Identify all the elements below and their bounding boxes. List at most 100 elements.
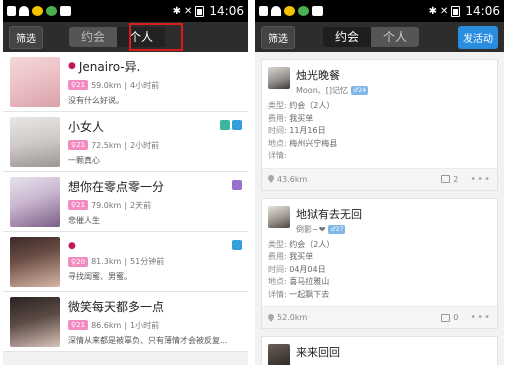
separator: | [124, 140, 128, 150]
signature: 没有什么好说。 [68, 95, 124, 105]
event-time: 04月04日 [289, 264, 326, 274]
avatar [268, 344, 290, 365]
tag-icon [232, 180, 242, 190]
comment-value: 0 [453, 313, 459, 322]
list-item[interactable]: 想你在零点零一分 ♀21 79.0km | 2天前 悲催人生 [3, 172, 248, 232]
label-place: 地点: [268, 277, 287, 286]
bluetooth-icon: ✱ [172, 5, 182, 17]
avatar [10, 116, 60, 167]
age-value: 21 [76, 321, 86, 329]
signature: 一颗真心 [68, 155, 100, 165]
clock: 14:06 [209, 4, 244, 18]
distance: 86.6km [91, 320, 122, 330]
last-active: 2天前 [130, 200, 152, 210]
list-item[interactable]: ● Jenairo-异. ♀21 59.0km | 4小时前 没有什么好说。 [3, 52, 248, 112]
age-value: 24 [358, 87, 367, 94]
separator: | [124, 200, 128, 210]
list-item[interactable]: 小女人 ♀21 72.5km | 2小时前 一颗真心 [3, 112, 248, 172]
label-time: 时间: [268, 264, 287, 274]
wifi-icon [271, 6, 281, 16]
separator: | [124, 257, 128, 266]
comment-value: 2 [453, 174, 459, 184]
last-active: 4小时前 [130, 80, 160, 90]
tab-switcher: 约会 个人 [323, 27, 419, 47]
avatar [268, 205, 290, 228]
event-type: 约会（2人） [289, 101, 335, 110]
filter-button[interactable]: 筛选 [261, 25, 295, 49]
age-badge: ♀21 [68, 80, 89, 90]
event-place: 梅州兴宁梅县 [289, 138, 338, 148]
event-place: 喜马拉雅山 [289, 277, 330, 286]
distance: 43.6km [277, 174, 308, 184]
age-badge: ♂24 [351, 86, 369, 95]
avatar [10, 56, 60, 107]
screenshot-composite: ✱ ✕ 14:06 筛选 约会 个人 ● Jenairo-异. ♀21 59.0… [0, 0, 507, 365]
author-name: 倒影~❤ [296, 224, 326, 234]
age-badge: ♀21 [68, 140, 89, 150]
age-value: 21 [76, 141, 86, 149]
status-bar: ✱ ✕ 14:06 [3, 0, 248, 22]
event-title: 烛光晚餐 [296, 69, 340, 82]
comment-count[interactable]: 0 [441, 313, 458, 322]
phone-screen-personal: ✱ ✕ 14:06 筛选 约会 个人 ● Jenairo-异. ♀21 59.0… [3, 0, 248, 365]
label-type: 类型: [268, 239, 287, 249]
more-icon[interactable]: ••• [470, 312, 491, 323]
user-name: 微笑每天都多一点 [68, 299, 165, 314]
comment-icon [441, 313, 451, 322]
lips-icon: ● [68, 241, 76, 251]
event-card[interactable]: 烛光晚餐 Moon、[]记忆 ♂24 类型: 约会（2人） 费用: 我买单 时间:… [261, 59, 498, 191]
clock: 14:06 [465, 4, 500, 18]
label-time: 时间: [268, 126, 287, 135]
tab-dating[interactable]: 约会 [323, 27, 371, 47]
label-detail: 详情: [268, 151, 287, 160]
age-badge: ♀20 [68, 256, 89, 267]
age-value: 20 [76, 257, 86, 266]
event-type: 约会（2人） [289, 239, 335, 249]
label-place: 地点: [268, 138, 287, 148]
event-card[interactable]: 来来回回 [261, 336, 498, 365]
signature: 寻找闺蜜、男蜜。 [68, 272, 132, 281]
location-pin-icon [268, 175, 274, 183]
age-value: 27 [335, 225, 344, 233]
label-fee: 费用: [268, 113, 287, 123]
distance: 52.0km [277, 313, 308, 322]
message-icon [259, 6, 268, 16]
age-badge: ♀21 [68, 200, 89, 210]
separator: | [124, 80, 128, 90]
user-name: 想你在零点零一分 [68, 179, 165, 194]
publish-event-button[interactable]: 发活动 [458, 25, 498, 49]
avatar [268, 67, 290, 89]
top-bar: 筛选 约会 个人 [3, 22, 248, 52]
notification-icons [7, 6, 71, 16]
last-active: 51分钟前 [130, 257, 165, 266]
event-fee: 我买单 [289, 252, 314, 261]
silent-icon: ✕ [440, 5, 449, 17]
more-icon[interactable]: ••• [470, 174, 491, 185]
avatar [10, 236, 60, 287]
avatar [10, 296, 60, 347]
top-bar: 筛选 约会 个人 发活动 [255, 22, 504, 52]
comment-count[interactable]: 2 [441, 175, 458, 184]
event-detail: 一起飘下去 [289, 289, 330, 299]
last-active: 1小时前 [130, 320, 160, 330]
avatar [10, 176, 60, 227]
tab-dating[interactable]: 约会 [69, 27, 117, 47]
age-value: 21 [76, 81, 86, 89]
distance: 81.3km [91, 257, 122, 266]
tag-icon [220, 120, 230, 130]
filter-button[interactable]: 筛选 [9, 25, 43, 49]
age-badge: ♂27 [328, 224, 346, 234]
event-fee: 我买单 [289, 113, 314, 123]
tab-personal[interactable]: 个人 [371, 27, 419, 47]
list-item[interactable]: ● ♀20 81.3km | 51分钟前 寻找闺蜜、男蜜。 [3, 232, 248, 292]
image-icon [312, 6, 323, 16]
user-name: Jenairo-异. [78, 59, 141, 74]
list-item[interactable]: 微笑每天都多一点 ♀21 86.6km | 1小时前 深情从来都是被辜负、只有薄情才会… [3, 292, 248, 352]
app-icon [46, 6, 57, 16]
distance: 79.0km [91, 200, 122, 210]
label-fee: 费用: [268, 252, 287, 261]
event-card[interactable]: 地狱有去无回 倒影~❤ ♂27 类型: 约会（2人） 费用: 我买单 时间: 04… [261, 197, 498, 329]
signature: 深情从来都是被辜负、只有薄情才会被反复... [68, 335, 228, 345]
tag-icon [232, 240, 242, 250]
event-details: 类型: 约会（2人） 费用: 我买单 时间: 04月04日 地点: 喜马拉雅山 … [268, 239, 491, 302]
